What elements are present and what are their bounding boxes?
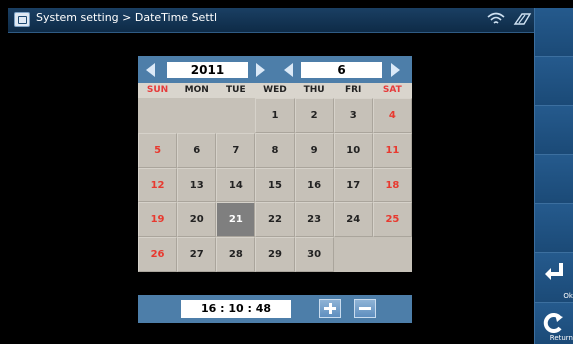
- empty-cell: [138, 98, 178, 133]
- return-icon: [543, 313, 563, 333]
- sidebar-button-5[interactable]: [535, 204, 573, 253]
- day-cell[interactable]: 10: [333, 132, 373, 168]
- day-cell[interactable]: 28: [216, 237, 256, 272]
- day-cell[interactable]: 4: [372, 98, 412, 133]
- wifi-icon: [487, 12, 505, 24]
- day-cell[interactable]: 11: [372, 132, 412, 168]
- settings-window-icon: [14, 12, 30, 27]
- minus-icon: [359, 307, 371, 310]
- time-field[interactable]: 16 : 10 : 48: [181, 300, 291, 318]
- weekday-label: SUN: [146, 85, 169, 95]
- weekday-label: WED: [263, 85, 287, 95]
- year-prev-icon[interactable]: [146, 63, 155, 77]
- day-cell[interactable]: 16: [294, 167, 334, 203]
- day-cell[interactable]: 8: [255, 132, 295, 168]
- calendar-header: 2011 6: [138, 56, 412, 83]
- year-next-icon[interactable]: [256, 63, 265, 77]
- day-cell[interactable]: 19: [138, 202, 178, 238]
- day-cell[interactable]: 7: [216, 132, 256, 168]
- day-cell[interactable]: 29: [255, 237, 295, 272]
- sidebar: Ok Return: [534, 8, 573, 344]
- plus-icon: [324, 303, 336, 314]
- year-field[interactable]: 2011: [167, 62, 248, 78]
- day-cell[interactable]: 27: [177, 237, 217, 272]
- return-label: Return: [549, 334, 573, 342]
- increment-button[interactable]: [319, 299, 341, 318]
- empty-cell: [216, 98, 256, 133]
- sidebar-button-1[interactable]: [535, 8, 573, 57]
- day-cell[interactable]: 13: [177, 167, 217, 203]
- day-cell[interactable]: 1: [255, 98, 295, 133]
- decrement-button[interactable]: [354, 299, 376, 318]
- window-title: System setting > DateTime Settl: [36, 11, 218, 24]
- day-cell[interactable]: 14: [216, 167, 256, 203]
- ok-button[interactable]: Ok: [535, 253, 573, 303]
- day-cell[interactable]: 23: [294, 202, 334, 238]
- month-prev-icon[interactable]: [284, 63, 293, 77]
- day-cell[interactable]: 12: [138, 167, 178, 203]
- day-cell[interactable]: 2: [294, 98, 334, 133]
- weekday-label: MON: [184, 85, 209, 95]
- day-cell[interactable]: 25: [372, 202, 412, 238]
- weekday-label: THU: [303, 85, 325, 95]
- weekday-label: SAT: [382, 85, 402, 95]
- sidebar-button-2[interactable]: [535, 57, 573, 106]
- empty-cell: [177, 98, 217, 133]
- day-cell[interactable]: 18: [372, 167, 412, 203]
- weekday-label: FRI: [344, 85, 362, 95]
- day-cell[interactable]: 17: [333, 167, 373, 203]
- day-cell[interactable]: 30: [294, 237, 334, 272]
- day-cell[interactable]: 15: [255, 167, 295, 203]
- day-cell[interactable]: 3: [333, 98, 373, 133]
- day-cell[interactable]: 6: [177, 132, 217, 168]
- calendar: 2011 6 SUN MON TUE WED THU FRI SAT 12345…: [138, 56, 412, 272]
- time-bar: 16 : 10 : 48: [138, 295, 412, 323]
- day-cell[interactable]: 24: [333, 202, 373, 238]
- day-cell[interactable]: 20: [177, 202, 217, 238]
- ok-label: Ok: [563, 292, 573, 300]
- day-cell[interactable]: 9: [294, 132, 334, 168]
- empty-cell: [333, 237, 373, 272]
- weekday-header: SUN MON TUE WED THU FRI SAT: [138, 83, 412, 98]
- title-bar: System setting > DateTime Settl: [8, 8, 534, 33]
- day-cell[interactable]: 21: [216, 202, 256, 238]
- day-cell[interactable]: 5: [138, 132, 178, 168]
- return-button[interactable]: Return: [535, 303, 573, 344]
- day-grid: 1 2 3 4 5 6 7 8 9 10 11 12 13 14 15 16 17 18 19 20 21 22 23 24 2…: [138, 98, 412, 272]
- month-field[interactable]: 6: [301, 62, 382, 78]
- enter-icon: [545, 263, 563, 280]
- month-next-icon[interactable]: [391, 63, 400, 77]
- weekday-label: TUE: [226, 85, 246, 95]
- day-cell[interactable]: 26: [138, 237, 178, 272]
- sidebar-button-4[interactable]: [535, 155, 573, 204]
- sidebar-button-3[interactable]: [535, 106, 573, 155]
- empty-cell: [372, 237, 412, 272]
- day-cell[interactable]: 22: [255, 202, 295, 238]
- signal-icon: [513, 13, 532, 25]
